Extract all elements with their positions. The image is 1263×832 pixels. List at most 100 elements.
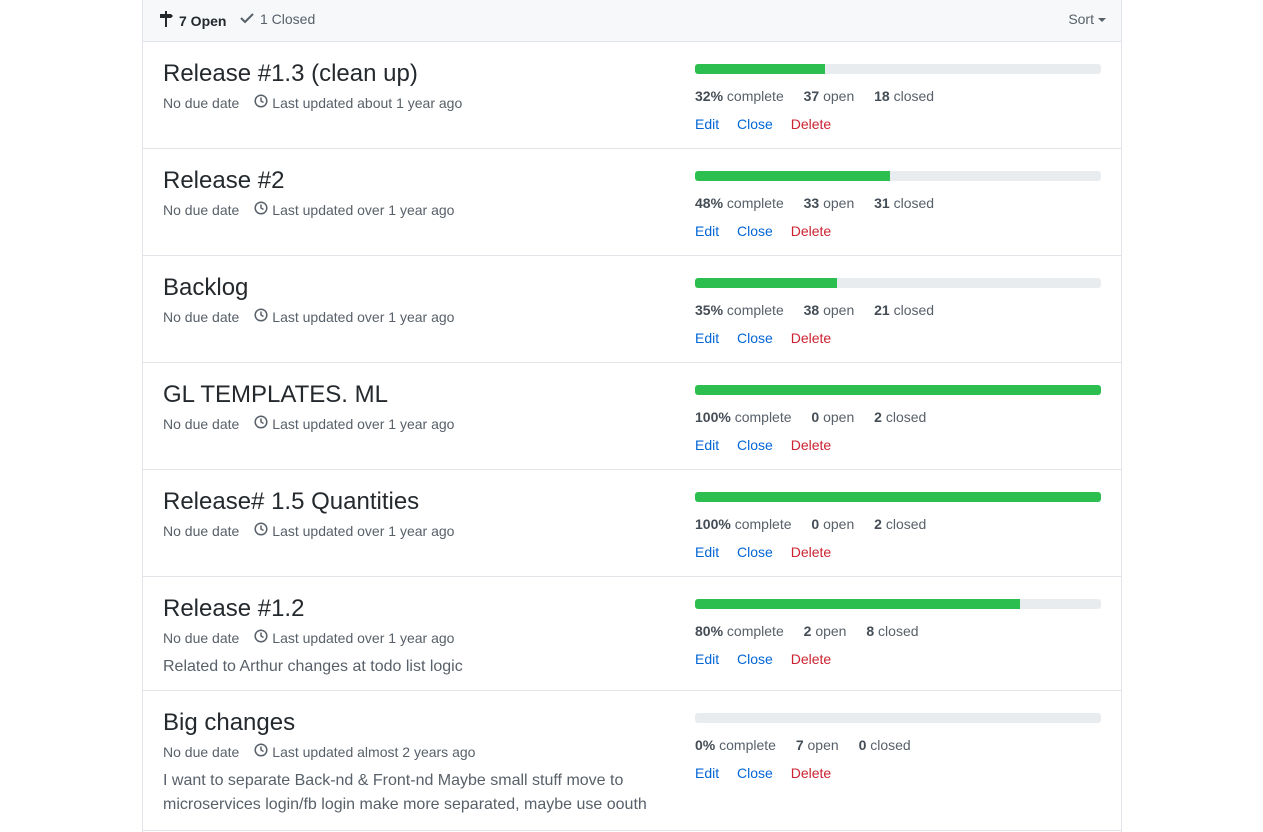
milestone-title[interactable]: Release #2 [163, 167, 284, 195]
closed-issues-count: 31 closed [874, 195, 935, 211]
edit-link[interactable]: Edit [695, 651, 719, 667]
due-date: No due date [163, 201, 240, 218]
milestone-actions: Edit Close Delete [695, 223, 845, 239]
milestone-title[interactable]: Backlog [163, 274, 248, 302]
last-updated-text: Last updated over 1 year ago [272, 308, 455, 325]
close-link[interactable]: Close [737, 223, 773, 239]
closed-count-label: 1 Closed [260, 11, 316, 27]
open-milestones-tab[interactable]: 7 Open [159, 11, 226, 30]
sort-dropdown[interactable]: Sort [1068, 11, 1106, 27]
close-link[interactable]: Close [737, 437, 773, 453]
progress-fill [695, 64, 825, 74]
milestone-stats: 32% complete 37 open 18 closed [695, 88, 950, 104]
milestones-panel: 7 Open 1 Closed Sort Release #1.3 (clean… [142, 0, 1122, 832]
open-issues-count: 33 open [803, 195, 855, 211]
open-issues-count: 0 open [811, 409, 855, 425]
last-updated: Last updated over 1 year ago [254, 629, 454, 646]
percent-complete: 0% complete [695, 737, 776, 753]
progress-bar [695, 64, 1101, 74]
due-date: No due date [163, 629, 240, 646]
percent-complete: 100% complete [695, 516, 792, 532]
last-updated-text: Last updated over 1 year ago [272, 522, 455, 539]
delete-link[interactable]: Delete [791, 544, 831, 560]
delete-link[interactable]: Delete [791, 116, 831, 132]
milestone-row: Release #1.2 No due date Last updated ov… [143, 577, 1121, 691]
last-updated: Last updated over 1 year ago [254, 522, 454, 539]
milestone-meta: No due date Last updated over 1 year ago [163, 629, 454, 646]
closed-issues-count: 18 closed [874, 88, 935, 104]
clock-icon [254, 629, 272, 646]
milestone-row: Backlog No due date Last updated over 1 … [143, 256, 1121, 363]
milestone-actions: Edit Close Delete [695, 544, 845, 560]
open-issues-count: 38 open [803, 302, 855, 318]
milestone-actions: Edit Close Delete [695, 116, 845, 132]
closed-issues-count: 21 closed [874, 302, 935, 318]
progress-bar [695, 385, 1101, 395]
milestone-title[interactable]: Release# 1.5 Quantities [163, 488, 419, 516]
milestone-description: I want to separate Back-nd & Front-nd Ma… [163, 772, 647, 813]
edit-link[interactable]: Edit [695, 330, 719, 346]
close-link[interactable]: Close [737, 544, 773, 560]
clock-icon [254, 415, 272, 432]
milestone-row: Release# 1.5 Quantities No due date Last… [143, 470, 1121, 577]
open-issues-count: 7 open [795, 737, 839, 753]
edit-link[interactable]: Edit [695, 437, 719, 453]
delete-link[interactable]: Delete [791, 651, 831, 667]
open-issues-count: 37 open [803, 88, 855, 104]
milestone-stats: 35% complete 38 open 21 closed [695, 302, 950, 318]
milestone-title[interactable]: Release #1.2 [163, 595, 304, 623]
milestone-title[interactable]: Big changes [163, 709, 295, 737]
clock-icon [254, 522, 272, 539]
edit-link[interactable]: Edit [695, 544, 719, 560]
progress-bar [695, 492, 1101, 502]
edit-link[interactable]: Edit [695, 116, 719, 132]
milestone-stats: 80% complete 2 open 8 closed [695, 623, 935, 639]
delete-link[interactable]: Delete [791, 437, 831, 453]
closed-milestones-tab[interactable]: 1 Closed [240, 11, 315, 27]
percent-complete: 80% complete [695, 623, 784, 639]
percent-complete: 100% complete [695, 409, 792, 425]
milestone-actions: Edit Close Delete [695, 651, 845, 667]
last-updated-text: Last updated over 1 year ago [272, 201, 455, 218]
milestone-stats: 0% complete 7 open 0 closed [695, 737, 927, 753]
milestone-title[interactable]: Release #1.3 (clean up) [163, 60, 418, 88]
last-updated: Last updated almost 2 years ago [254, 743, 475, 760]
percent-complete: 48% complete [695, 195, 784, 211]
clock-icon [254, 201, 272, 218]
progress-fill [695, 492, 1101, 502]
milestone-row: Big changes No due date Last updated alm… [143, 691, 1121, 831]
percent-complete: 32% complete [695, 88, 784, 104]
milestone-list: Release #1.3 (clean up) No due date Last… [143, 42, 1121, 831]
milestones-toolbar: 7 Open 1 Closed Sort [143, 0, 1121, 42]
progress-bar [695, 713, 1101, 723]
last-updated-text: Last updated over 1 year ago [272, 415, 455, 432]
closed-issues-count: 2 closed [874, 409, 927, 425]
progress-fill [695, 278, 838, 288]
milestone-stats: 48% complete 33 open 31 closed [695, 195, 950, 211]
due-date: No due date [163, 743, 240, 760]
delete-link[interactable]: Delete [791, 330, 831, 346]
edit-link[interactable]: Edit [695, 765, 719, 781]
percent-complete: 35% complete [695, 302, 784, 318]
delete-link[interactable]: Delete [791, 765, 831, 781]
last-updated: Last updated about 1 year ago [254, 94, 462, 111]
last-updated-text: Last updated almost 2 years ago [272, 743, 476, 760]
milestone-title[interactable]: GL TEMPLATES. ML [163, 381, 388, 409]
due-date: No due date [163, 94, 240, 111]
close-link[interactable]: Close [737, 330, 773, 346]
open-count-label: 7 Open [179, 12, 227, 29]
close-link[interactable]: Close [737, 765, 773, 781]
open-issues-count: 0 open [811, 516, 855, 532]
progress-fill [695, 385, 1101, 395]
closed-issues-count: 2 closed [874, 516, 927, 532]
clock-icon [254, 308, 272, 325]
milestone-stats: 100% complete 0 open 2 closed [695, 409, 942, 425]
last-updated-text: Last updated over 1 year ago [272, 629, 455, 646]
milestone-stats: 100% complete 0 open 2 closed [695, 516, 942, 532]
delete-link[interactable]: Delete [791, 223, 831, 239]
edit-link[interactable]: Edit [695, 223, 719, 239]
milestone-actions: Edit Close Delete [695, 330, 845, 346]
milestone-actions: Edit Close Delete [695, 437, 845, 453]
close-link[interactable]: Close [737, 116, 773, 132]
close-link[interactable]: Close [737, 651, 773, 667]
